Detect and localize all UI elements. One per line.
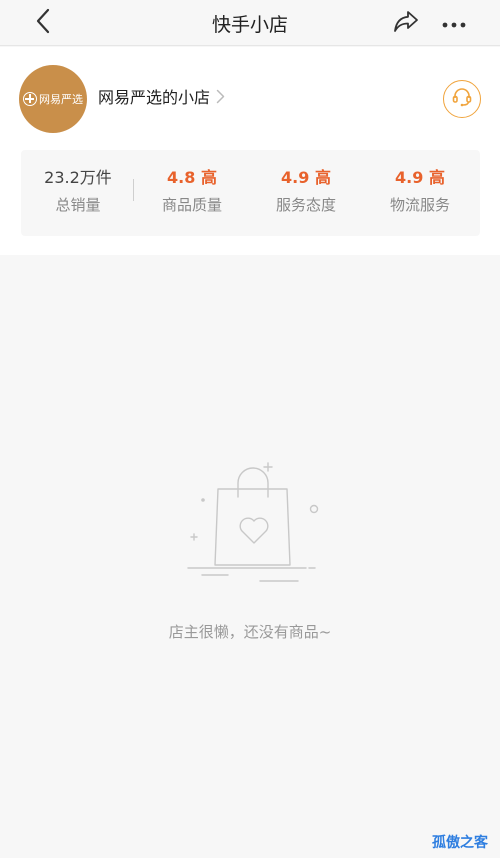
shop-avatar[interactable]: 网易严选 [19,65,87,133]
stat-label: 商品质量 [161,196,222,214]
shop-info-card: 网易严选 网易严选的小店 23.2万件 总销量 4.8 高 商品质量 4.9 高… [0,47,500,255]
shop-stats-panel: 23.2万件 总销量 4.8 高 商品质量 4.9 高 服务态度 4.9 高 物… [21,150,480,236]
stat-value: 4.9 高 [395,168,445,187]
stat-label: 总销量 [55,196,101,214]
share-button[interactable] [388,6,424,40]
shopping-bag-heart-icon [180,455,325,590]
stat-total-sales: 23.2万件 总销量 [23,167,133,215]
stat-value: 4.8 高 [167,168,217,187]
empty-state-message: 店主很懒，还没有商品~ [168,623,332,641]
stat-product-quality: 4.8 高 商品质量 [137,167,247,215]
chevron-right-icon [216,89,225,104]
watermark-text: 孤傲之客 [432,835,488,851]
more-dots-icon [441,14,467,33]
customer-service-button[interactable] [443,80,481,118]
stat-service-attitude: 4.9 高 服务态度 [251,167,361,215]
shop-name-link[interactable]: 网易严选的小店 [98,84,225,108]
stat-logistics-service: 4.9 高 物流服务 [365,167,475,215]
page-title: 快手小店 [211,14,288,36]
avatar-text: 网易严选 [39,93,83,106]
stat-value: 23.2万件 [44,168,112,187]
brand-logo-icon [23,92,37,106]
stat-label: 服务态度 [275,196,336,214]
stat-label: 物流服务 [389,196,450,214]
share-icon [393,9,419,37]
stat-value: 4.9 高 [281,168,331,187]
stats-divider [133,179,134,201]
top-navigation-bar: 快手小店 [0,0,500,46]
more-button[interactable] [436,6,472,40]
shop-name: 网易严选的小店 [98,88,211,107]
headset-icon [451,86,473,112]
